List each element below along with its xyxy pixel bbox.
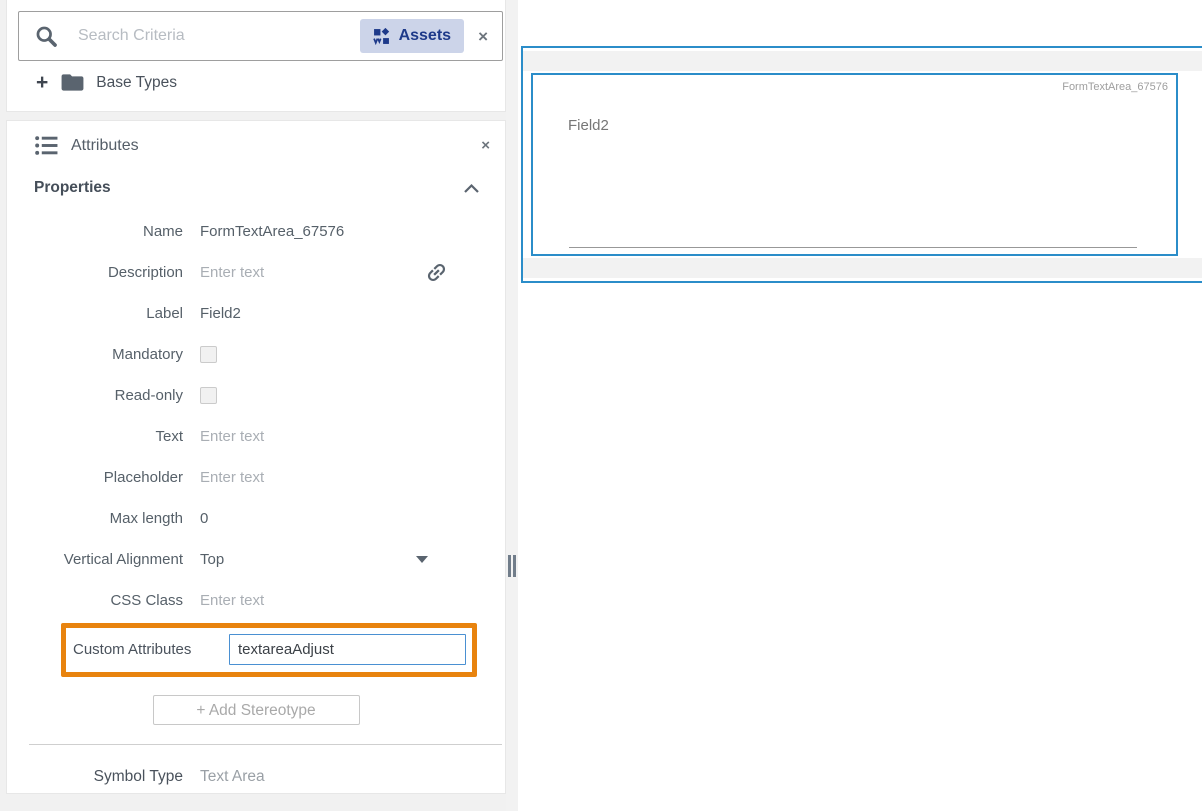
- css-class-value[interactable]: Enter text: [200, 592, 264, 609]
- property-row-max-length: Max length 0: [7, 498, 505, 539]
- symbol-type-row: Symbol Type Text Area: [7, 761, 505, 793]
- css-class-label: CSS Class: [7, 592, 200, 609]
- properties-section-title: Properties: [34, 179, 111, 197]
- max-length-label: Max length: [7, 510, 200, 527]
- text-value[interactable]: Enter text: [200, 428, 264, 445]
- drop-zone-bottom: [523, 258, 1202, 278]
- search-panel: Assets × + Base Types: [6, 0, 506, 112]
- symbol-type-label: Symbol Type: [7, 768, 200, 786]
- widget-name-tag: FormTextArea_67576: [1062, 81, 1168, 93]
- panel-splitter[interactable]: [506, 0, 518, 811]
- tree-item-label: Base Types: [96, 74, 177, 92]
- property-row-text: Text Enter text: [7, 416, 505, 457]
- vertical-alignment-value: Top: [200, 551, 224, 568]
- mandatory-label: Mandatory: [7, 346, 200, 363]
- property-row-description: Description Enter text: [7, 252, 505, 293]
- max-length-value[interactable]: 0: [200, 510, 208, 527]
- attributes-title: Attributes: [71, 137, 139, 155]
- selected-row-container[interactable]: FormTextArea_67576 Field2: [521, 46, 1202, 283]
- vertical-alignment-dropdown[interactable]: Top: [200, 551, 428, 568]
- chevron-down-icon: [416, 556, 428, 563]
- property-row-vertical-alignment: Vertical Alignment Top: [7, 539, 505, 580]
- attributes-list-icon: [34, 134, 60, 157]
- textarea-underline: [569, 247, 1137, 248]
- property-row-label: Label Field2: [7, 293, 505, 334]
- form-canvas[interactable]: FormTextArea_67576 Field2: [518, 0, 1202, 811]
- property-row-placeholder: Placeholder Enter text: [7, 457, 505, 498]
- description-value[interactable]: Enter text: [200, 264, 264, 281]
- custom-attributes-input[interactable]: [229, 634, 466, 665]
- chevron-up-icon[interactable]: [463, 183, 480, 194]
- property-row-custom-attributes: Custom Attributes: [7, 621, 505, 678]
- label-value[interactable]: Field2: [200, 305, 241, 322]
- readonly-label: Read-only: [7, 387, 200, 404]
- folder-icon: [61, 73, 84, 92]
- property-row-name: Name FormTextArea_67576: [7, 211, 505, 252]
- section-divider: [29, 744, 502, 745]
- custom-attributes-label: Custom Attributes: [73, 641, 191, 658]
- tree-row-base-types[interactable]: + Base Types: [36, 72, 177, 93]
- text-label: Text: [7, 428, 200, 445]
- property-row-mandatory: Mandatory: [7, 334, 505, 375]
- name-label: Name: [7, 223, 200, 240]
- link-icon[interactable]: [425, 261, 448, 284]
- attributes-panel: Attributes × Properties Name FormTextAre…: [6, 120, 506, 794]
- form-textarea-widget[interactable]: FormTextArea_67576 Field2: [531, 73, 1178, 256]
- drop-zone-top: [523, 51, 1202, 71]
- widget-field-label: Field2: [568, 117, 609, 134]
- placeholder-value[interactable]: Enter text: [200, 469, 264, 486]
- assets-button-label: Assets: [399, 27, 451, 45]
- search-box[interactable]: Assets ×: [18, 11, 503, 61]
- add-stereotype-button[interactable]: + Add Stereotype: [153, 695, 360, 725]
- custom-attributes-highlight: Custom Attributes: [61, 623, 477, 677]
- attributes-close-icon[interactable]: ×: [481, 137, 490, 154]
- vertical-alignment-label: Vertical Alignment: [7, 551, 200, 568]
- search-close-icon[interactable]: ×: [478, 28, 488, 45]
- property-row-readonly: Read-only: [7, 375, 505, 416]
- mandatory-checkbox[interactable]: [200, 346, 217, 363]
- description-label: Description: [7, 264, 200, 281]
- property-row-css-class: CSS Class Enter text: [7, 580, 505, 621]
- expand-plus-icon[interactable]: +: [36, 72, 48, 93]
- placeholder-label: Placeholder: [7, 469, 200, 486]
- search-input[interactable]: [76, 26, 360, 46]
- assets-button[interactable]: Assets: [360, 19, 464, 53]
- splitter-drag-handle[interactable]: [508, 555, 516, 577]
- label-label: Label: [7, 305, 200, 322]
- symbol-type-value: Text Area: [200, 768, 265, 786]
- search-icon: [33, 23, 60, 50]
- readonly-checkbox[interactable]: [200, 387, 217, 404]
- name-value[interactable]: FormTextArea_67576: [200, 223, 344, 240]
- assets-icon: [373, 28, 390, 45]
